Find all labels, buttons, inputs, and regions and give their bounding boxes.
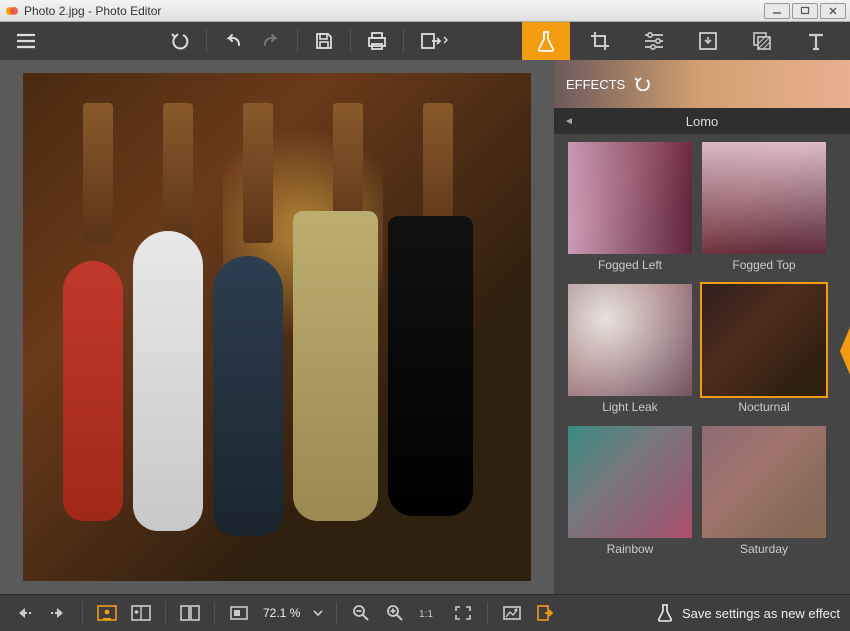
apply-export-button[interactable] [532,600,560,626]
tab-frames[interactable] [684,22,732,60]
redo-button[interactable] [255,26,287,56]
navigator-button[interactable] [498,600,526,626]
tab-adjust[interactable] [630,22,678,60]
fullscreen-button[interactable] [449,600,477,626]
effect-thumbnail-label: Nocturnal [738,400,789,414]
main-toolbar [0,22,850,60]
save-button[interactable] [308,26,340,56]
tab-text[interactable] [792,22,840,60]
save-as-effect-label: Save settings as new effect [682,606,840,621]
export-button[interactable] [414,26,454,56]
effects-banner: EFFECTS [554,60,850,108]
bottom-toolbar: 72.1 % 1:1 Save settings as new effect [0,594,850,631]
texture-icon [751,30,773,52]
effect-thumbnail[interactable]: Fogged Left [568,142,692,278]
zoom-100-button[interactable]: 1:1 [415,600,443,626]
save-as-effect-button[interactable]: Save settings as new effect [656,603,840,623]
tab-effects[interactable] [522,22,570,60]
tab-textures[interactable] [738,22,786,60]
split-view-button[interactable] [176,600,204,626]
effect-thumbnail-label: Fogged Top [732,258,795,272]
effect-thumbnail-label: Fogged Left [598,258,662,272]
single-view-button[interactable] [93,600,121,626]
print-button[interactable] [361,26,393,56]
effects-category-header[interactable]: ◄ Lomo [554,108,850,134]
effects-category-label: Lomo [686,114,719,129]
chevron-left-icon[interactable]: ◄ [564,116,574,127]
app-icon [4,3,20,19]
undo-button[interactable] [217,26,249,56]
revert-button[interactable] [164,26,196,56]
effects-back-icon[interactable] [633,77,651,91]
sliders-icon [643,31,665,51]
compare-view-button[interactable] [127,600,155,626]
effect-thumbnail-label: Light Leak [602,400,657,414]
close-button[interactable] [820,3,846,19]
crop-icon [589,30,611,52]
effect-thumbnail[interactable]: Light Leak [568,284,692,420]
prev-image-button[interactable] [10,600,38,626]
menu-button[interactable] [10,26,42,56]
effect-thumbnail[interactable]: Nocturnal [702,284,826,420]
next-image-button[interactable] [44,600,72,626]
effect-thumbnail[interactable]: Fogged Top [702,142,826,278]
window-titlebar: Photo 2.jpg - Photo Editor [0,0,850,22]
zoom-readout: 72.1 % [263,606,300,620]
canvas-area [0,60,554,594]
flask-icon [656,603,674,623]
effect-thumbnail[interactable]: Saturday [702,426,826,562]
effect-thumbnail[interactable]: Rainbow [568,426,692,562]
minimize-button[interactable] [764,3,790,19]
zoom-out-button[interactable] [347,600,375,626]
svg-text:1:1: 1:1 [419,609,433,620]
tab-crop[interactable] [576,22,624,60]
window-controls [764,3,846,19]
effect-thumbnail-label: Saturday [740,542,788,556]
maximize-button[interactable] [792,3,818,19]
effects-title: EFFECTS [566,77,625,92]
image-canvas[interactable] [23,73,531,581]
frame-icon [697,30,719,52]
window-title: Photo 2.jpg - Photo Editor [24,4,764,18]
effect-thumbnail-label: Rainbow [607,542,654,556]
text-icon [805,30,827,52]
flask-icon [535,29,557,53]
zoom-fit-icon [225,600,253,626]
zoom-dropdown-button[interactable] [310,600,326,626]
effects-side-panel: EFFECTS ◄ Lomo Fogged Left Fogged Top Ligh… [554,60,850,594]
zoom-in-button[interactable] [381,600,409,626]
effects-thumbnail-grid: Fogged Left Fogged Top Light Leak Nocturnal… [554,134,850,594]
